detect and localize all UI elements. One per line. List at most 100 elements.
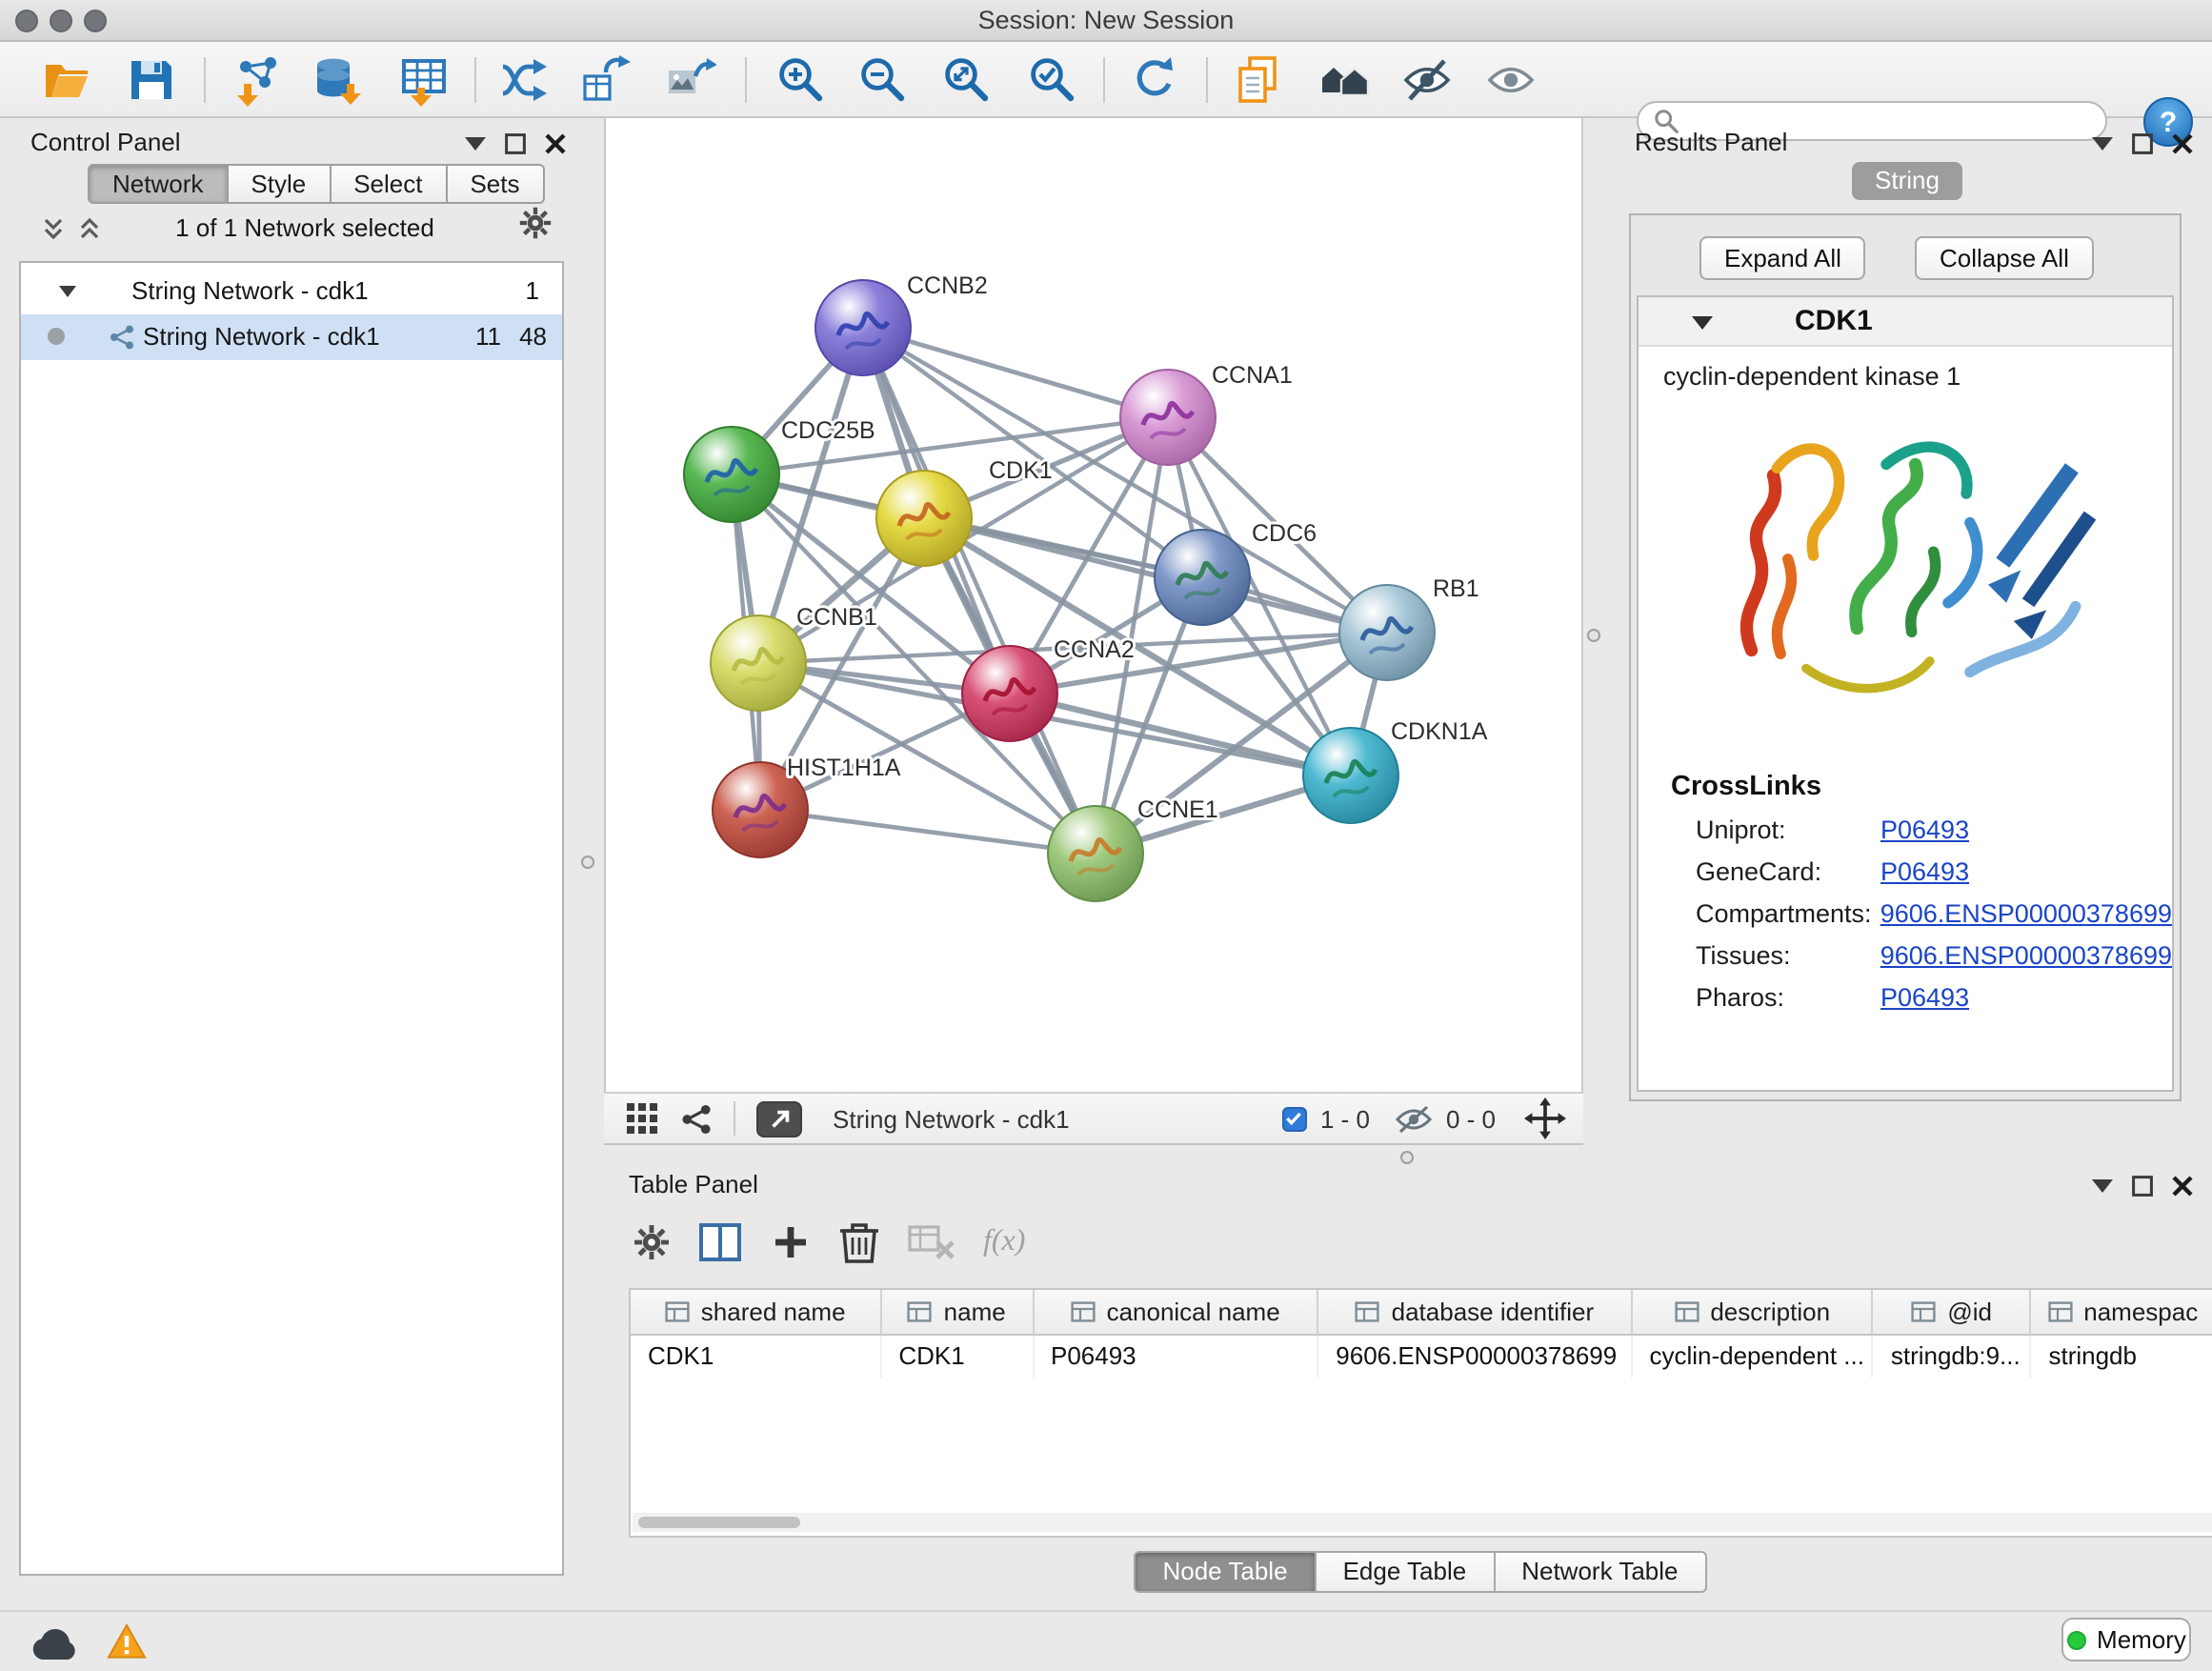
zoom-fit-button[interactable]	[939, 53, 993, 107]
column-header[interactable]: database identifier	[1318, 1290, 1632, 1336]
crosslink-link[interactable]: P06493	[1880, 857, 1969, 886]
network-graph[interactable]: CCNB2CCNA1CDC25BCDK1CDC6RB1CCNB1CCNA2CDK…	[606, 118, 1585, 1092]
import-network-database-button[interactable]	[311, 53, 364, 107]
table-settings-gear-icon[interactable]	[633, 1223, 671, 1261]
crosslink-link[interactable]: P06493	[1880, 983, 1969, 1012]
tab-select[interactable]: Select	[331, 164, 447, 204]
scrollbar-thumb[interactable]	[638, 1517, 800, 1528]
cell-name[interactable]: CDK1	[881, 1336, 1034, 1378]
tab-style[interactable]: Style	[228, 164, 331, 204]
table-panel-header-icons	[2092, 1176, 2193, 1197]
tab-network[interactable]: Network	[88, 164, 228, 204]
memory-button[interactable]: Memory	[2061, 1618, 2191, 1661]
vertical-splitter-handle[interactable]	[1587, 629, 1600, 642]
cell-description[interactable]: cyclin-dependent ...	[1632, 1336, 1873, 1378]
add-column-icon[interactable]	[770, 1221, 812, 1263]
network-node-CCNE1[interactable]	[1048, 806, 1143, 901]
cell-id[interactable]: stringdb:9...	[1874, 1336, 2032, 1378]
new-network-button[interactable]	[497, 53, 551, 107]
cloud-icon[interactable]	[30, 1625, 80, 1661]
selected-checkbox-icon[interactable]	[1282, 1106, 1307, 1131]
refresh-button[interactable]	[1128, 53, 1181, 107]
network-node-CDK1[interactable]	[876, 471, 972, 566]
float-panel-icon[interactable]	[2132, 133, 2153, 154]
import-table-file-button[interactable]	[398, 53, 452, 107]
network-options-gear-icon[interactable]	[518, 206, 553, 240]
column-header[interactable]: canonical name	[1034, 1290, 1318, 1336]
close-panel-icon[interactable]	[2172, 133, 2193, 154]
hide-details-button[interactable]	[1400, 53, 1454, 107]
open-session-button[interactable]	[40, 53, 93, 107]
export-image-button[interactable]	[663, 53, 716, 107]
network-row-selected[interactable]: String Network - cdk1 11 48	[21, 314, 562, 360]
zoom-out-button[interactable]	[855, 53, 909, 107]
network-node-RB1[interactable]	[1339, 585, 1435, 680]
cell-namespace[interactable]: stringdb	[2031, 1336, 2212, 1378]
show-details-button[interactable]	[1484, 53, 1538, 107]
detach-view-button[interactable]	[756, 1100, 802, 1137]
pan-crosshair-icon[interactable]	[1524, 1097, 1566, 1139]
horizontal-scrollbar[interactable]	[633, 1513, 2212, 1532]
grid-view-icon[interactable]	[625, 1101, 659, 1136]
network-node-CDC25B[interactable]	[684, 427, 779, 522]
cell-canonical-name[interactable]: P06493	[1034, 1336, 1318, 1378]
network-node-CCNB1[interactable]	[711, 615, 806, 711]
zoom-in-button[interactable]	[774, 53, 827, 107]
column-header[interactable]: shared name	[631, 1290, 881, 1336]
close-panel-icon[interactable]	[545, 133, 566, 154]
column-header[interactable]: description	[1633, 1290, 1874, 1336]
duplicate-page-button[interactable]	[1231, 53, 1284, 107]
window-title: Session: New Session	[0, 6, 2212, 34]
expand-all-button[interactable]: Expand All	[1699, 236, 1866, 280]
network-node-CCNA2[interactable]	[962, 646, 1057, 741]
network-node-CDC6[interactable]	[1155, 530, 1250, 625]
home-button[interactable]	[1318, 53, 1372, 107]
tab-node-table[interactable]: Node Table	[1134, 1551, 1316, 1593]
zoom-selected-button[interactable]	[1025, 53, 1078, 107]
tab-string[interactable]: String	[1852, 162, 1962, 200]
collapse-panel-icon[interactable]	[2092, 1179, 2113, 1193]
close-panel-icon[interactable]	[2172, 1176, 2193, 1197]
delete-column-trash-icon[interactable]	[838, 1219, 880, 1265]
crosslink-row: Pharos: P06493	[1696, 983, 2172, 1012]
column-header[interactable]: name	[881, 1290, 1034, 1336]
disclosure-triangle-icon[interactable]	[1692, 316, 1713, 330]
node-details-header[interactable]: CDK1	[1639, 297, 2172, 347]
cell-database-identifier[interactable]: 9606.ENSP00000378699	[1318, 1336, 1632, 1378]
import-network-file-button[interactable]	[231, 53, 284, 107]
network-edge-CCNE1-HIST1H1A[interactable]	[760, 810, 1096, 854]
show-columns-icon[interactable]	[697, 1219, 743, 1265]
horizontal-splitter-handle[interactable]	[1400, 1151, 1414, 1164]
tab-edge-table[interactable]: Edge Table	[1317, 1551, 1496, 1593]
expand-all-icon[interactable]	[78, 217, 101, 240]
network-node-CDKN1A[interactable]	[1303, 728, 1398, 823]
network-overview-icon[interactable]	[680, 1102, 713, 1135]
vertical-splitter-handle[interactable]	[581, 856, 594, 869]
network-node-CCNA1[interactable]	[1120, 370, 1216, 465]
table-row[interactable]: CDK1 CDK1 P06493 9606.ENSP00000378699 cy…	[631, 1336, 2212, 1378]
save-session-button[interactable]	[124, 53, 177, 107]
column-type-icon	[1071, 1301, 1096, 1322]
disclosure-triangle-icon[interactable]	[59, 286, 76, 297]
collapse-panel-icon[interactable]	[465, 137, 486, 151]
network-collection-row[interactable]: String Network - cdk1 1	[21, 269, 562, 314]
crosslink-link[interactable]: 9606.ENSP00000378699	[1880, 941, 2172, 970]
network-node-CCNB2[interactable]	[815, 280, 911, 375]
collapse-panel-icon[interactable]	[2092, 137, 2113, 151]
column-header[interactable]: @id	[1874, 1290, 2032, 1336]
collapse-all-button[interactable]: Collapse All	[1915, 236, 2094, 280]
network-canvas[interactable]: CCNB2CCNA1CDC25BCDK1CDC6RB1CCNB1CCNA2CDK…	[604, 118, 1583, 1092]
tab-sets[interactable]: Sets	[447, 164, 544, 204]
warning-icon[interactable]	[107, 1623, 147, 1660]
hidden-eye-icon[interactable]	[1395, 1104, 1433, 1133]
clone-network-button[interactable]	[579, 53, 633, 107]
float-panel-icon[interactable]	[2132, 1176, 2153, 1197]
float-panel-icon[interactable]	[505, 133, 526, 154]
crosslink-row: GeneCard: P06493	[1696, 857, 2172, 886]
cell-shared-name[interactable]: CDK1	[631, 1336, 881, 1378]
crosslink-link[interactable]: P06493	[1880, 815, 1969, 844]
tab-network-table[interactable]: Network Table	[1495, 1551, 1706, 1593]
collapse-all-icon[interactable]	[42, 217, 65, 240]
column-header[interactable]: namespac	[2031, 1290, 2212, 1336]
crosslink-link[interactable]: 9606.ENSP00000378699	[1880, 899, 2172, 928]
